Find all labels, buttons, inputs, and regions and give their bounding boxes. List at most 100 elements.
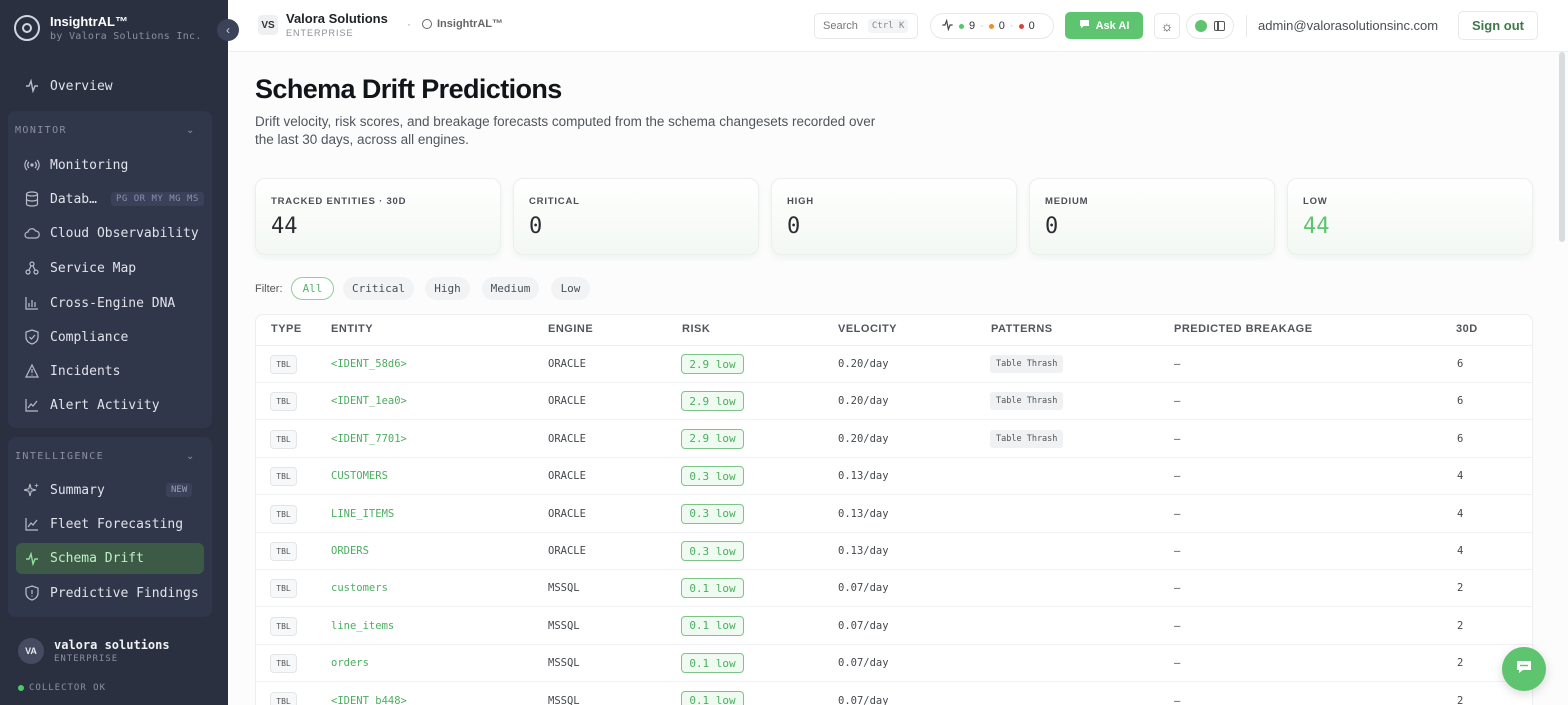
stat-card-critical: CRITICAL 0	[513, 178, 759, 255]
stat-value: 0	[1045, 214, 1059, 239]
search-button[interactable]: Search Ctrl K	[814, 13, 918, 39]
sidebar-item-predictive-findings[interactable]: Predictive Findings	[16, 578, 204, 608]
user-profile[interactable]: VA valora solutions ENTERPRISE	[18, 638, 170, 664]
entity-link[interactable]: orders	[331, 657, 369, 669]
engine-cell: ORACLE	[548, 358, 586, 370]
count-30d-cell: 4	[1457, 470, 1464, 483]
brand[interactable]: InsightrAL™ by Valora Solutions Inc.	[14, 14, 202, 42]
velocity-cell: 0.13/day	[838, 470, 889, 483]
sidebar-item-service-map[interactable]: Service Map	[16, 253, 204, 283]
engine-cell: ORACLE	[548, 432, 586, 445]
entity-link[interactable]: CUSTOMERS	[331, 470, 388, 482]
theme-toggle-button[interactable]: ☼	[1154, 13, 1180, 39]
scrollbar[interactable]	[1559, 52, 1565, 242]
sidebar-item-schema-drift[interactable]: Schema Drift	[16, 543, 204, 574]
table-row[interactable]: TBL CUSTOMERS ORACLE 0.3 low 0.13/day — 4	[256, 458, 1532, 496]
sidebar-item-overview[interactable]: Overview	[16, 71, 204, 101]
column-header-predicted-breakage[interactable]: PREDICTED BREAKAGE	[1174, 323, 1313, 335]
breakage-cell: —	[1174, 358, 1181, 370]
engine-cell: ORACLE	[548, 395, 586, 408]
crit-count: 0	[1028, 20, 1035, 32]
sidebar-item-label: Overview	[50, 78, 113, 94]
breakage-cell: —	[1174, 470, 1181, 483]
filter-chip-medium[interactable]: Medium	[482, 277, 539, 300]
pulse-icon	[941, 18, 954, 34]
table-row[interactable]: TBL customers MSSQL 0.1 low 0.07/day — 2	[256, 570, 1532, 608]
filter-chip-all[interactable]: All	[291, 277, 334, 300]
status-dot-icon	[1194, 20, 1207, 32]
sidebar-item-label: Schema Drift	[50, 551, 144, 566]
table-row[interactable]: TBL ORDERS ORACLE 0.3 low 0.13/day — 4	[256, 533, 1532, 570]
filter-label: Filter:	[255, 283, 283, 295]
stat-card-tracked: TRACKED ENTITIES · 30D 44	[255, 178, 501, 255]
filter-chip-high[interactable]: High	[425, 277, 470, 300]
sidebar-item-label: Service Map	[50, 260, 137, 276]
sidebar-item-fleet-forecasting[interactable]: Fleet Forecasting	[16, 509, 204, 539]
column-header-risk[interactable]: RISK	[682, 323, 710, 335]
sidebar-item-alert-activity[interactable]: Alert Activity	[16, 390, 204, 420]
column-header-30d[interactable]: 30D	[1456, 323, 1478, 335]
chevron-left-icon: ‹	[226, 23, 230, 37]
table-row[interactable]: TBL <IDENT_58d6> ORACLE 2.9 low 0.20/day Tabl…	[256, 346, 1532, 383]
sidebar-item-databases[interactable]: Datab… PG OR MY MG MS	[16, 184, 204, 214]
filter-chip-low[interactable]: Low	[551, 277, 590, 300]
breadcrumb-separator: ·	[407, 17, 411, 31]
sidebar-item-monitoring[interactable]: Monitoring	[16, 150, 204, 180]
count-30d-cell: 6	[1457, 395, 1464, 408]
column-header-type[interactable]: TYPE	[271, 323, 302, 335]
sidebar-item-label: Datab…	[50, 191, 97, 207]
entity-link[interactable]: customers	[331, 582, 388, 594]
org-badge[interactable]: VS	[258, 15, 278, 35]
layout-toggle[interactable]	[1186, 13, 1234, 39]
engine-cell: MSSQL	[548, 694, 580, 705]
engine-cell: ORACLE	[548, 545, 586, 557]
sidebar-item-label: Summary	[50, 482, 105, 498]
column-header-engine[interactable]: ENGINE	[548, 323, 593, 335]
type-badge: TBL	[270, 654, 297, 674]
health-status-pill[interactable]: 9 · 0 · 0	[930, 13, 1054, 39]
column-header-patterns[interactable]: PATTERNS	[991, 323, 1053, 335]
entity-link[interactable]: LINE_ITEMS	[331, 508, 394, 520]
status-dot-icon	[18, 685, 24, 691]
column-header-velocity[interactable]: VELOCITY	[838, 323, 897, 335]
entity-link[interactable]: <IDENT_7701>	[331, 433, 407, 445]
sidebar-item-cloud-observability[interactable]: Cloud Observability	[16, 218, 204, 248]
sidebar-item-compliance[interactable]: Compliance	[16, 322, 204, 352]
count-30d-cell: 4	[1457, 507, 1464, 520]
stat-label: HIGH	[787, 196, 814, 207]
table-row[interactable]: TBL <IDENT_b448> MSSQL 0.1 low 0.07/day — 2	[256, 683, 1532, 705]
table-row[interactable]: TBL <IDENT_7701> ORACLE 2.9 low 0.20/day Tabl…	[256, 421, 1532, 458]
section-title-intelligence: INTELLIGENCE	[15, 451, 105, 462]
breadcrumb-app[interactable]: InsightrAL™	[422, 18, 503, 30]
sidebar-item-cross-engine-dna[interactable]: Cross-Engine DNA	[16, 288, 204, 318]
table-row[interactable]: TBL orders MSSQL 0.1 low 0.07/day — 2	[256, 645, 1532, 683]
table-row[interactable]: TBL <IDENT_1ea0> ORACLE 2.9 low 0.20/day Tabl…	[256, 383, 1532, 421]
engine-cell: ORACLE	[548, 470, 586, 483]
entity-link[interactable]: line_items	[331, 620, 394, 632]
chevron-down-icon[interactable]: ⌄	[186, 451, 194, 462]
sidebar-item-incidents[interactable]: Incidents	[16, 356, 204, 386]
entity-link[interactable]: ORDERS	[331, 545, 369, 557]
org-plan: ENTERPRISE	[286, 28, 354, 38]
sign-out-button[interactable]: Sign out	[1458, 11, 1538, 40]
search-label: Search	[823, 20, 858, 32]
collapse-sidebar-button[interactable]: ‹	[217, 19, 239, 41]
stat-card-medium: MEDIUM 0	[1029, 178, 1275, 255]
org-name[interactable]: Valora Solutions	[286, 11, 388, 26]
table-row[interactable]: TBL LINE_ITEMS ORACLE 0.3 low 0.13/day — 4	[256, 496, 1532, 533]
chat-button[interactable]	[1502, 647, 1546, 691]
type-badge: TBL	[270, 691, 297, 705]
pattern-tag: Table Thrash	[990, 355, 1064, 373]
column-header-entity[interactable]: ENTITY	[331, 323, 373, 335]
filter-chip-critical[interactable]: Critical	[343, 277, 414, 300]
type-badge: TBL	[270, 504, 297, 524]
breakage-cell: —	[1174, 395, 1181, 408]
entity-link[interactable]: <IDENT_58d6>	[331, 358, 407, 370]
table-row[interactable]: TBL line_items MSSQL 0.1 low 0.07/day — 2	[256, 608, 1532, 645]
entity-link[interactable]: <IDENT_1ea0>	[331, 395, 407, 407]
sidebar-item-label: Predictive Findings	[50, 585, 199, 601]
stat-value: 0	[529, 214, 543, 239]
chevron-down-icon[interactable]: ⌄	[186, 125, 194, 136]
entity-link[interactable]: <IDENT_b448>	[331, 695, 407, 705]
ask-ai-button[interactable]: Ask AI	[1065, 12, 1143, 39]
